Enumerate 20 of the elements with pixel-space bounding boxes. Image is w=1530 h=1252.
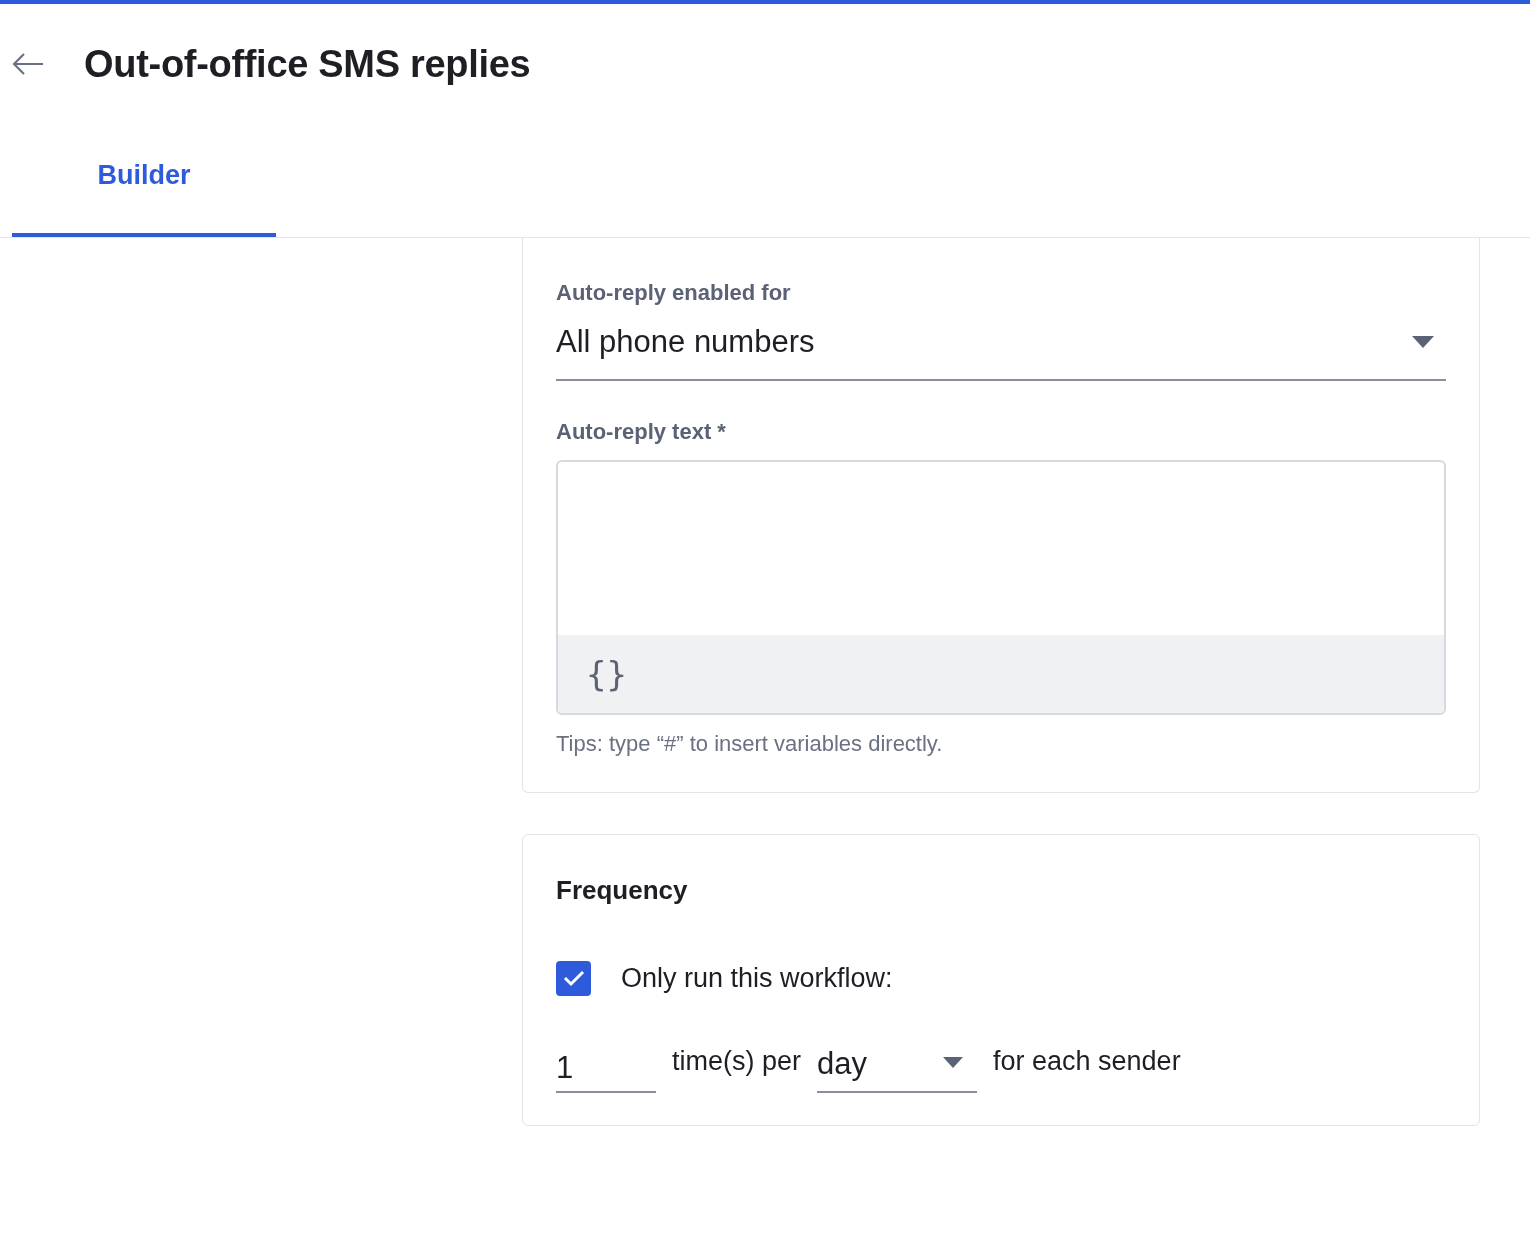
field-text: time(s) per bbox=[672, 1044, 801, 1078]
field-label: Auto-reply text * bbox=[556, 418, 727, 446]
caret-icon bbox=[1412, 336, 1434, 348]
variables-button[interactable]: {} bbox=[586, 648, 627, 700]
dropdown-value: All phone numbers bbox=[556, 322, 815, 361]
caret-icon bbox=[943, 1057, 963, 1068]
back-arrow-icon bbox=[11, 52, 45, 76]
reply-textarea[interactable]: {} bbox=[556, 460, 1446, 715]
checkbox[interactable] bbox=[556, 960, 591, 996]
period-dropdown[interactable]: day bbox=[817, 1041, 977, 1093]
page-title: Out-of-office SMS replies bbox=[84, 41, 531, 87]
section-title: Frequency bbox=[556, 874, 689, 907]
count-field[interactable]: 1 bbox=[556, 1045, 656, 1093]
recipients-dropdown[interactable]: All phone numbers bbox=[556, 309, 1446, 381]
field-label: Auto-reply enabled for bbox=[556, 279, 792, 307]
helper-text: Tips: type “#” to insert variables directly. bbox=[556, 730, 944, 758]
check-icon bbox=[562, 969, 585, 988]
tab[interactable]: Builder bbox=[12, 124, 276, 237]
field-text: for each sender bbox=[993, 1044, 1181, 1078]
checkbox-label: Only run this workflow: bbox=[621, 962, 893, 995]
